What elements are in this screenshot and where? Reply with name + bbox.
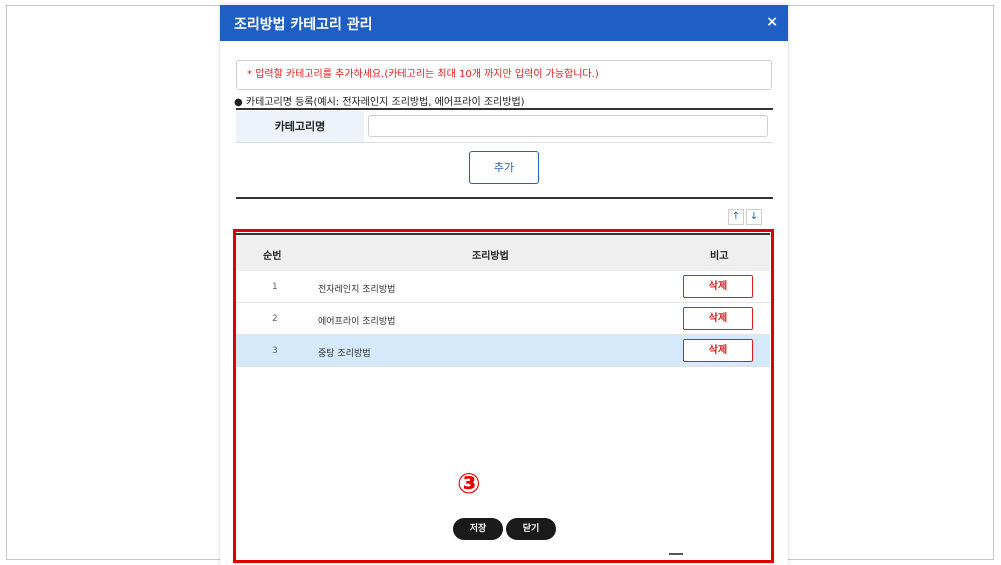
table-row-selected[interactable]: 3 중탕 조리방법 삭제 <box>236 335 770 367</box>
close-button[interactable]: 닫기 <box>506 518 556 540</box>
row-number: 2 <box>272 314 278 324</box>
close-icon[interactable]: × <box>766 14 778 30</box>
header-note: 비고 <box>710 251 729 262</box>
table-row[interactable]: 1 전자레인지 조리방법 삭제 <box>236 271 770 303</box>
add-button[interactable]: 추가 <box>469 151 539 184</box>
delete-button[interactable]: 삭제 <box>683 339 753 362</box>
category-name-row: 카테고리명 <box>236 111 773 143</box>
header-no: 순번 <box>263 251 282 262</box>
step-marker: ③ <box>457 467 481 500</box>
register-hint: ● 카테고리명 등록(예시: 전자레인지 조리방법, 에어프라이 조리방법) <box>234 97 525 108</box>
header-method: 조리방법 <box>472 251 509 262</box>
row-number: 3 <box>272 346 278 356</box>
row-method-name: 중탕 조리방법 <box>318 349 371 359</box>
modal-title: 조리방법 카테고리 관리 <box>234 17 373 33</box>
row-method-name: 전자레인지 조리방법 <box>318 285 396 295</box>
divider <box>236 197 773 199</box>
modal-header: 조리방법 카테고리 관리 × <box>220 5 788 41</box>
table-row[interactable]: 2 에어프라이 조리방법 삭제 <box>236 303 770 335</box>
move-down-icon[interactable]: ↓ <box>746 209 762 225</box>
divider <box>236 108 773 110</box>
save-button[interactable]: 저장 <box>453 518 503 540</box>
delete-button[interactable]: 삭제 <box>683 275 753 298</box>
delete-button[interactable]: 삭제 <box>683 307 753 330</box>
category-name-input[interactable] <box>368 115 768 137</box>
row-method-name: 에어프라이 조리방법 <box>318 317 396 327</box>
row-number: 1 <box>272 282 278 292</box>
category-name-label: 카테고리명 <box>236 111 364 142</box>
move-up-icon[interactable]: ↑ <box>728 209 744 225</box>
notice-message: * 입력할 카테고리를 추가하세요.(카테고리는 최대 10개 까지만 입력이 … <box>236 60 772 90</box>
table-header: 순번 조리방법 비고 <box>236 233 770 271</box>
resize-handle <box>669 553 683 555</box>
